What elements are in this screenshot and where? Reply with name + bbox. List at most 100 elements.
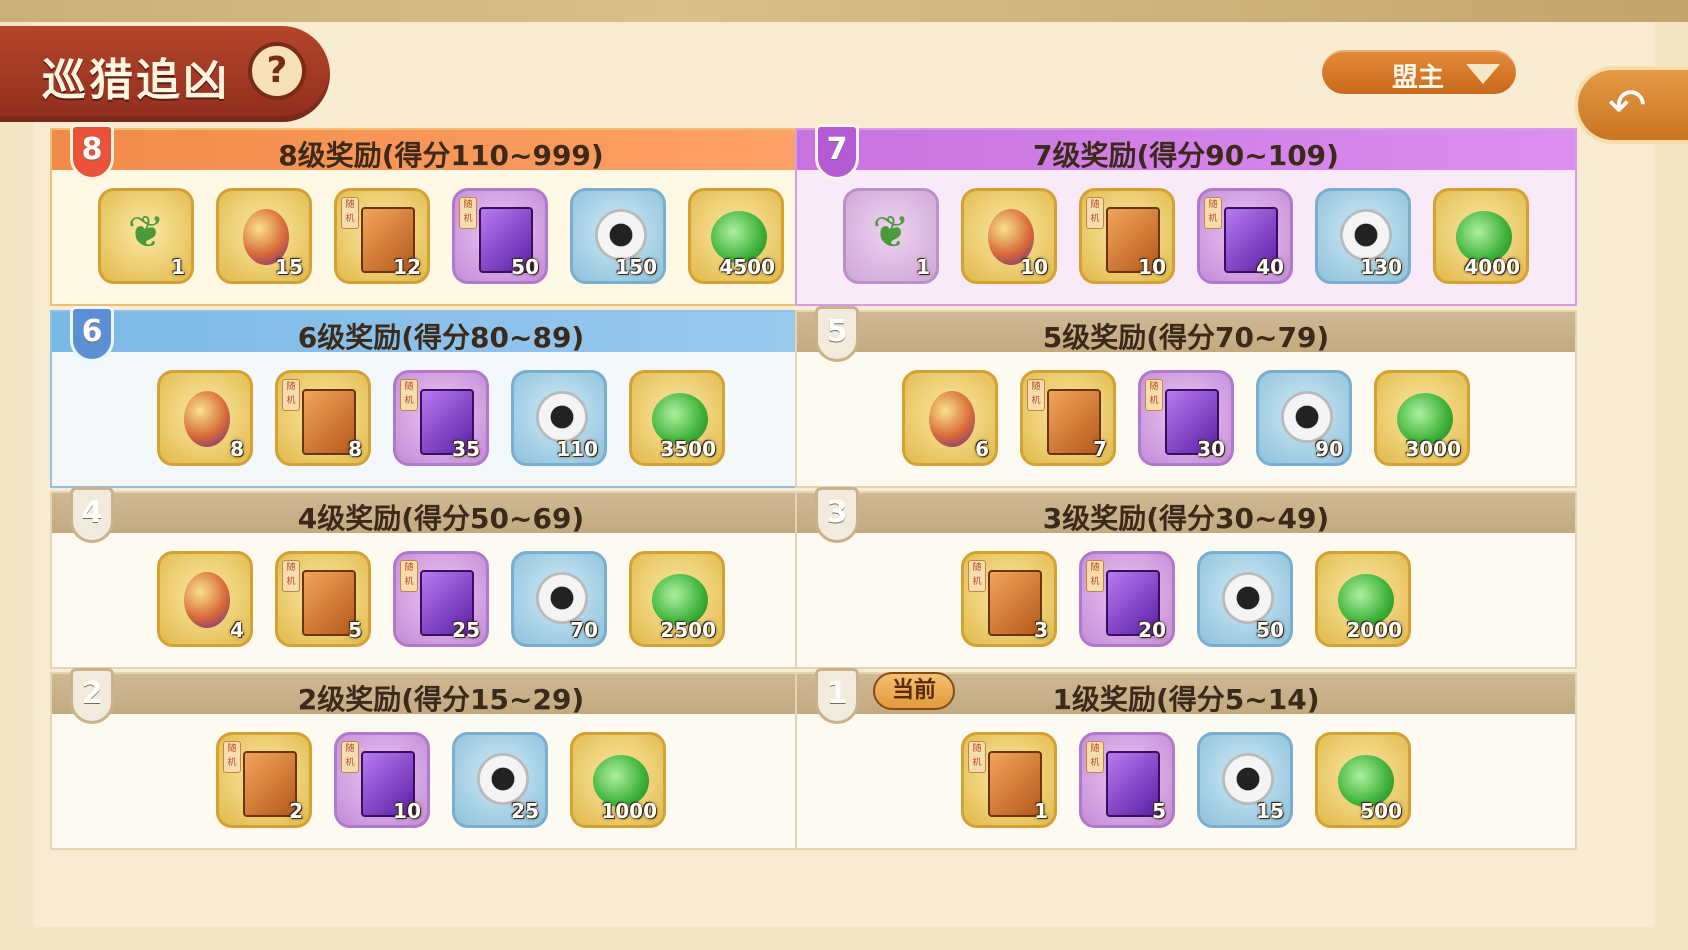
reward-item[interactable]: 150 (570, 188, 666, 284)
item-quantity: 110 (556, 437, 598, 461)
item-quantity: 5 (1152, 799, 1166, 823)
item-quantity: 25 (511, 799, 539, 823)
disc-icon (536, 391, 588, 443)
item-quantity: 3 (1034, 618, 1048, 642)
item-quantity: 7 (1093, 437, 1107, 461)
reward-item[interactable]: 70 (511, 551, 607, 647)
item-quantity: 15 (275, 255, 303, 279)
reward-item[interactable]: 随机 7 (1020, 370, 1116, 466)
reward-item[interactable]: 随机 35 (393, 370, 489, 466)
random-tag: 随机 (1027, 379, 1045, 411)
random-tag: 随机 (400, 560, 418, 592)
reward-item[interactable]: 随机 10 (1079, 188, 1175, 284)
reward-items-row: 6 随机 7 随机 30 90 3000 (797, 370, 1575, 472)
reward-item[interactable]: 8 (157, 370, 253, 466)
random-tag: 随机 (282, 379, 300, 411)
reward-item[interactable]: 随机 2 (216, 732, 312, 828)
panel-title: 1级奖励(得分5~14) (1052, 683, 1320, 716)
item-quantity: 90 (1315, 437, 1343, 461)
item-quantity: 50 (511, 255, 539, 279)
reward-item[interactable]: 3000 (1374, 370, 1470, 466)
reward-panel-tier-3: 3 3级奖励(得分30~49) 随机 3 随机 20 50 2000 (795, 487, 1577, 669)
reward-item[interactable]: 4500 (688, 188, 784, 284)
reward-item[interactable]: 3500 (629, 370, 725, 466)
item-quantity: 70 (570, 618, 598, 642)
item-quantity: 3000 (1405, 437, 1461, 461)
reward-item[interactable]: 随机 30 (1138, 370, 1234, 466)
item-quantity: 10 (1020, 255, 1048, 279)
item-quantity: 40 (1256, 255, 1284, 279)
random-tag: 随机 (1145, 379, 1163, 411)
reward-item[interactable]: 50 (1197, 551, 1293, 647)
help-icon[interactable]: ? (248, 42, 306, 100)
item-quantity: 12 (393, 255, 421, 279)
item-quantity: 500 (1360, 799, 1402, 823)
reward-item[interactable]: 6 (902, 370, 998, 466)
reward-item[interactable]: ❦ 1 (98, 188, 194, 284)
back-button[interactable]: ↶ (1574, 66, 1688, 144)
reward-item[interactable]: 随机 8 (275, 370, 371, 466)
disc-icon (477, 753, 529, 805)
panel-title: 4级奖励(得分50~69) (297, 502, 585, 535)
reward-item[interactable]: 随机 12 (334, 188, 430, 284)
random-tag: 随机 (282, 560, 300, 592)
reward-item[interactable]: 随机 10 (334, 732, 430, 828)
reward-item[interactable]: 110 (511, 370, 607, 466)
reward-item[interactable]: 随机 5 (275, 551, 371, 647)
reward-panel-tier-1: 1 当前 1级奖励(得分5~14) 随机 1 随机 5 15 500 (795, 668, 1577, 850)
reward-item[interactable]: 随机 20 (1079, 551, 1175, 647)
item-quantity: 50 (1256, 618, 1284, 642)
reward-item[interactable]: 随机 50 (452, 188, 548, 284)
item-quantity: 35 (452, 437, 480, 461)
disc-icon (595, 209, 647, 261)
random-tag: 随机 (968, 741, 986, 773)
reward-panel-tier-8: 8 8级奖励(得分110~999) ❦ 1 15 随机 12 随机 50 150 4500 (50, 124, 832, 306)
item-quantity: 3500 (660, 437, 716, 461)
reward-item[interactable]: ❦ 1 (843, 188, 939, 284)
reward-items-row: 8 随机 8 随机 35 110 3500 (52, 370, 830, 472)
reward-items-row: ❦ 1 10 随机 10 随机 40 130 4000 (797, 188, 1575, 290)
reward-item[interactable]: 2500 (629, 551, 725, 647)
reward-item[interactable]: 随机 40 (1197, 188, 1293, 284)
reward-panel-tier-2: 2 2级奖励(得分15~29) 随机 2 随机 10 25 1000 (50, 668, 832, 850)
reward-item[interactable]: 随机 1 (961, 732, 1057, 828)
reward-item[interactable]: 1000 (570, 732, 666, 828)
reward-item[interactable]: 4000 (1433, 188, 1529, 284)
reward-item[interactable]: 130 (1315, 188, 1411, 284)
reward-item[interactable]: 2000 (1315, 551, 1411, 647)
chevron-down-icon (1466, 64, 1500, 84)
reward-item[interactable]: 随机 25 (393, 551, 489, 647)
herb-icon: ❦ (127, 207, 165, 258)
item-quantity: 4500 (719, 255, 775, 279)
item-quantity: 5 (348, 618, 362, 642)
reward-item[interactable]: 25 (452, 732, 548, 828)
reward-item[interactable]: 15 (1197, 732, 1293, 828)
random-tag: 随机 (968, 560, 986, 592)
item-quantity: 2500 (660, 618, 716, 642)
reward-items-row: 随机 1 随机 5 15 500 (797, 732, 1575, 834)
reward-item[interactable]: 随机 3 (961, 551, 1057, 647)
reward-item[interactable]: 4 (157, 551, 253, 647)
reward-item[interactable]: 15 (216, 188, 312, 284)
item-quantity: 8 (348, 437, 362, 461)
herb-icon: ❦ (872, 207, 910, 258)
panel-title: 6级奖励(得分80~89) (297, 321, 585, 354)
reward-panel-tier-4: 4 4级奖励(得分50~69) 4 随机 5 随机 25 70 2500 (50, 487, 832, 669)
reward-panel-tier-6: 6 6级奖励(得分80~89) 8 随机 8 随机 35 110 3500 (50, 306, 832, 488)
panel-title: 7级奖励(得分90~109) (1033, 139, 1339, 172)
random-tag: 随机 (223, 741, 241, 773)
reward-item[interactable]: 随机 5 (1079, 732, 1175, 828)
item-quantity: 2 (289, 799, 303, 823)
reward-item[interactable]: 10 (961, 188, 1057, 284)
disc-icon (1222, 753, 1274, 805)
page-title: 巡猎追凶 (42, 55, 230, 106)
item-quantity: 10 (1138, 255, 1166, 279)
item-quantity: 15 (1256, 799, 1284, 823)
item-quantity: 30 (1197, 437, 1225, 461)
egg-icon (184, 391, 230, 447)
panel-title: 5级奖励(得分70~79) (1042, 321, 1330, 354)
reward-item[interactable]: 500 (1315, 732, 1411, 828)
reward-item[interactable]: 90 (1256, 370, 1352, 466)
role-dropdown[interactable]: 盟主 (1322, 50, 1516, 94)
item-quantity: 8 (230, 437, 244, 461)
